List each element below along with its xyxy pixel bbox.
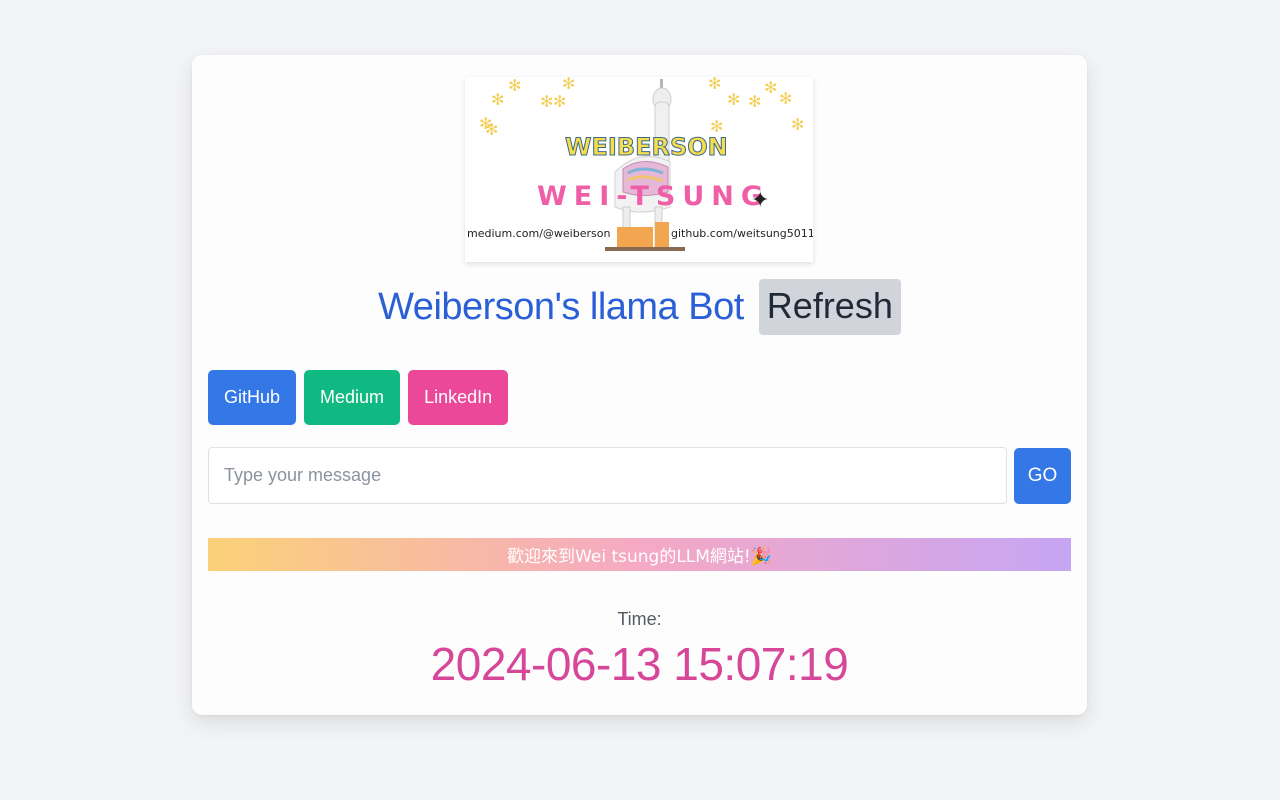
svg-text:✻: ✻ <box>708 77 721 93</box>
banner-image: ✻ ✻ ✻ ✻ ✻ ✻ ✻ ✻ ✻ ✻ ✻ ✻ ✻ ✻ WEIBERSON WE… <box>465 77 813 262</box>
svg-text:✻: ✻ <box>764 78 777 97</box>
svg-text:✻: ✻ <box>562 77 575 93</box>
svg-text:✻: ✻ <box>540 92 553 111</box>
banner-title-bottom: WEI-TSUNG <box>537 181 770 212</box>
svg-text:✻: ✻ <box>553 92 566 111</box>
welcome-banner: 歡迎來到Wei tsung的LLM網站!🎉 <box>208 538 1071 571</box>
medium-button[interactable]: Medium <box>304 370 401 425</box>
welcome-text: 歡迎來到Wei tsung的LLM網站!🎉 <box>507 547 772 567</box>
message-input[interactable] <box>208 447 1007 504</box>
svg-text:✻: ✻ <box>508 77 521 95</box>
svg-text:✻: ✻ <box>491 90 504 109</box>
refresh-button[interactable]: Refresh <box>758 279 901 335</box>
chat-input-row: GO <box>208 447 1071 504</box>
time-label: Time: <box>617 609 662 629</box>
svg-text:✻: ✻ <box>779 89 792 108</box>
banner-right-link: github.com/weitsung50110 <box>671 227 813 240</box>
linkedin-button[interactable]: LinkedIn <box>408 370 509 425</box>
header: Weiberson's llama Bot Refresh <box>192 276 1087 338</box>
go-button[interactable]: GO <box>1014 448 1071 504</box>
svg-text:✻: ✻ <box>748 92 761 111</box>
link-buttons: GitHub Medium LinkedIn <box>208 370 509 425</box>
github-button[interactable]: GitHub <box>208 370 297 425</box>
svg-text:✻: ✻ <box>727 90 740 109</box>
main-card: ✻ ✻ ✻ ✻ ✻ ✻ ✻ ✻ ✻ ✻ ✻ ✻ ✻ ✻ WEIBERSON WE… <box>192 55 1087 715</box>
page-title: Weiberson's llama Bot <box>378 285 744 328</box>
svg-text:✻: ✻ <box>479 114 492 133</box>
banner-left-link: medium.com/@weiberson <box>467 227 610 240</box>
svg-text:✻: ✻ <box>791 115 804 134</box>
banner-title-top: WEIBERSON <box>565 133 728 161</box>
time-value: 2024-06-13 15:07:19 <box>430 638 849 690</box>
svg-text:✦: ✦ <box>751 188 769 213</box>
